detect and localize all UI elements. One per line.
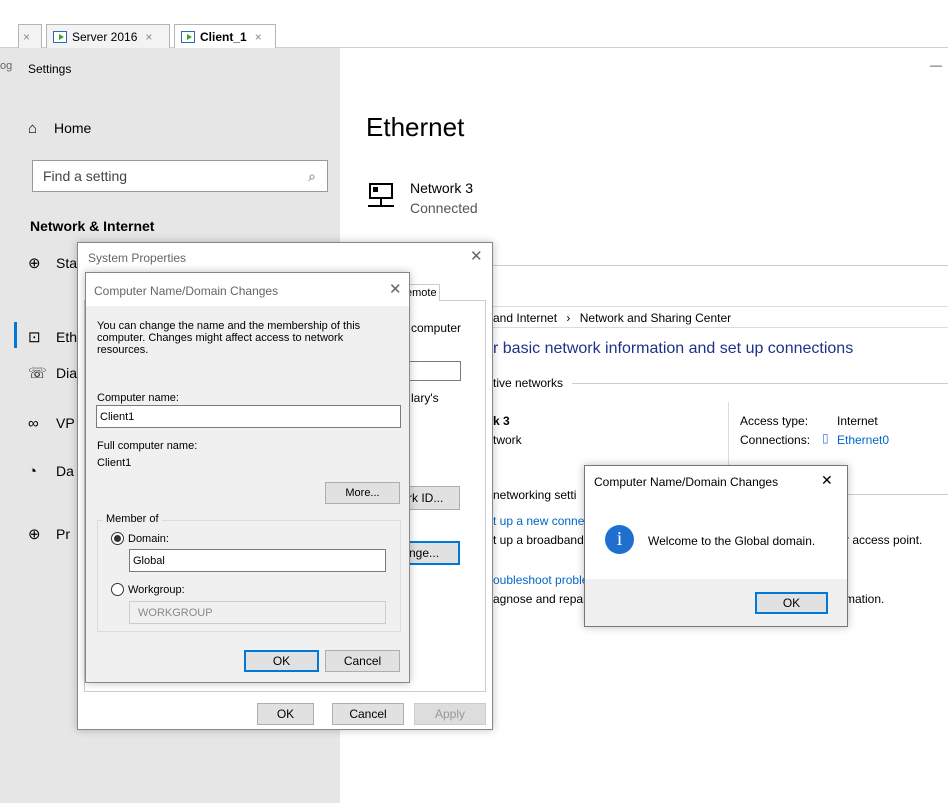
active-networks-label: tive networks	[493, 376, 564, 390]
computer-name-label: Computer name:	[97, 392, 179, 404]
search-icon: ⌕	[308, 167, 316, 184]
globe-icon: ⊕	[28, 255, 41, 272]
change-settings-label: networking setti	[493, 488, 577, 502]
active-network-name: k 3	[493, 414, 510, 428]
close-icon[interactable]: ✕	[389, 280, 402, 298]
search-input[interactable]: Find a setting ⌕	[32, 160, 328, 192]
divider	[572, 383, 948, 384]
change-button[interactable]: nge...	[405, 541, 460, 565]
workgroup-input[interactable]: WORKGROUP	[129, 601, 386, 624]
more-button[interactable]: More...	[325, 482, 400, 504]
home-label: Home	[54, 120, 92, 136]
connections-link[interactable]: Ethernet0	[837, 433, 889, 447]
apply-button[interactable]: Apply	[414, 703, 486, 725]
tab-label: Client_1	[200, 29, 247, 44]
ethernet-icon: ⊡	[28, 329, 41, 346]
breadcrumb-item[interactable]: and Internet	[493, 311, 557, 325]
dialog-title: Computer Name/Domain Changes	[594, 475, 779, 489]
welcome-message: Welcome to the Global domain.	[648, 534, 816, 548]
troubleshoot-desc-tail: mation.	[845, 592, 885, 606]
breadcrumb-separator: ›	[566, 311, 571, 325]
close-icon[interactable]: ×	[255, 30, 262, 44]
access-type-label: Access type:	[740, 414, 809, 428]
description-input[interactable]	[405, 361, 461, 381]
full-name-value: Client1	[97, 457, 132, 469]
search-placeholder: Find a setting	[43, 168, 128, 184]
close-icon[interactable]: ✕	[470, 247, 483, 265]
info-icon: i	[605, 525, 634, 554]
domain-label: Domain:	[128, 533, 169, 545]
access-type-value: Internet	[837, 414, 878, 428]
breadcrumb: and Internet › Network and Sharing Cente…	[493, 311, 731, 325]
nav-label: Pr	[56, 526, 70, 542]
network-icon[interactable]	[364, 182, 398, 212]
member-of-label: Member of	[103, 513, 162, 525]
nav-label: Sta	[56, 255, 78, 271]
workgroup-label: Workgroup:	[128, 584, 185, 596]
settings-title: Settings	[28, 62, 72, 76]
edge-text: og	[0, 60, 13, 72]
domain-radio[interactable]	[111, 532, 124, 545]
nav-label: Eth	[56, 329, 78, 345]
dialup-icon: ☏	[28, 365, 47, 382]
ok-button[interactable]: OK	[755, 592, 828, 614]
active-indicator	[14, 322, 17, 348]
setup-connection-desc-tail: r access point.	[845, 533, 923, 547]
data-usage-icon: ◔	[28, 462, 38, 480]
section-title: Network & Internet	[30, 218, 155, 234]
active-network-type: twork	[493, 433, 522, 447]
sharing-heading: r basic network information and set up c…	[493, 340, 854, 357]
network-name[interactable]: Network 3	[410, 180, 473, 196]
home-nav[interactable]: ⌂ Home	[28, 108, 328, 148]
network-status: Connected	[410, 200, 478, 216]
computer-text: computer	[411, 321, 462, 335]
partial-text: lary's	[411, 391, 439, 405]
cancel-button[interactable]: Cancel	[332, 703, 404, 725]
vm-icon	[53, 30, 67, 43]
close-icon[interactable]: ×	[145, 30, 152, 44]
dialog-title: Computer Name/Domain Changes	[94, 284, 279, 298]
tab-client-1[interactable]: Client_1 ×	[174, 24, 276, 48]
network-id-button[interactable]: rk ID...	[405, 486, 460, 510]
setup-connection-link[interactable]: t up a new conne	[493, 514, 584, 528]
computer-name-input[interactable]: Client1	[96, 405, 401, 428]
vpn-icon: ∞	[28, 414, 39, 432]
home-icon: ⌂	[28, 119, 38, 137]
divider	[840, 494, 948, 495]
globe-icon: ⊕	[28, 526, 41, 543]
vm-icon	[181, 30, 195, 43]
description-text: You can change the name and the membersh…	[97, 320, 361, 356]
close-icon[interactable]: ✕	[821, 472, 833, 489]
full-name-label: Full computer name:	[97, 440, 198, 452]
tab-label: Server 2016	[72, 29, 138, 44]
domain-input[interactable]: Global	[129, 549, 386, 572]
breadcrumb-item[interactable]: Network and Sharing Center	[580, 311, 731, 325]
connections-label: Connections:	[740, 433, 811, 447]
ethernet-adapter-icon: ▯	[822, 431, 829, 445]
troubleshoot-desc: agnose and repai	[493, 592, 586, 606]
ok-button[interactable]: OK	[257, 703, 314, 725]
ok-button[interactable]: OK	[244, 650, 319, 672]
page-title: Ethernet	[366, 112, 465, 142]
dialog-title: System Properties	[88, 251, 187, 265]
tab-server-2016[interactable]: Server 2016 ×	[46, 24, 170, 48]
workgroup-radio[interactable]	[111, 583, 124, 596]
nav-label: VP	[56, 415, 75, 431]
setup-connection-desc: t up a broadband	[493, 533, 584, 547]
tab-closed[interactable]: ×	[18, 24, 42, 48]
cancel-button[interactable]: Cancel	[325, 650, 400, 672]
nav-label: Dia	[56, 365, 78, 381]
nav-label: Da	[56, 463, 74, 479]
troubleshoot-link[interactable]: oubleshoot proble	[493, 573, 588, 587]
minimize-button[interactable]: —	[930, 58, 942, 72]
close-icon[interactable]: ×	[23, 30, 30, 44]
